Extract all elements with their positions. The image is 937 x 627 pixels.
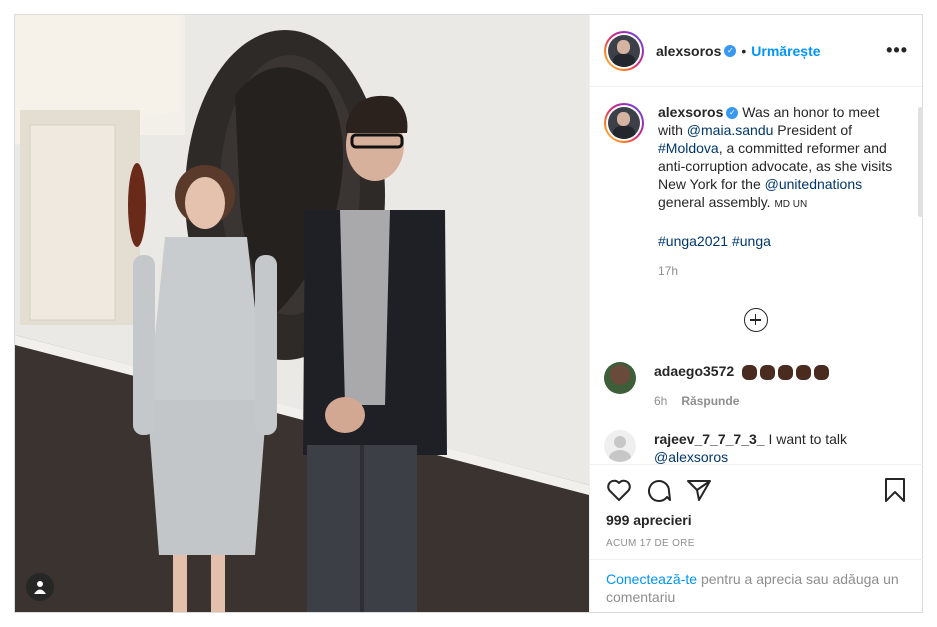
action-icons (606, 477, 907, 503)
header-separator: • (741, 42, 747, 59)
mention-maia-sandu[interactable]: @maia.sandu (687, 122, 774, 138)
person-tag-icon[interactable] (26, 573, 54, 601)
verified-icon: ✓ (724, 44, 737, 57)
caption-avatar[interactable] (604, 103, 644, 143)
login-prompt: Conectează-te pentru a aprecia sau adăug… (590, 559, 923, 616)
caption-time[interactable]: 17h (658, 262, 894, 280)
author-username[interactable]: alexsoros (656, 43, 721, 59)
login-link[interactable]: Conectează-te (606, 571, 697, 587)
verified-icon: ✓ (726, 107, 739, 120)
bookmark-icon[interactable] (883, 477, 907, 503)
comment-icon[interactable] (646, 478, 672, 502)
hashtag-moldova[interactable]: #Moldova (658, 140, 719, 156)
comment-username[interactable]: rajeev_7_7_7_3_ (654, 431, 765, 447)
load-more-icon[interactable] (743, 308, 768, 332)
post-photo[interactable] (15, 15, 589, 612)
comment-item: rajeev_7_7_7_3_ I want to talk @alexsoro… (604, 430, 907, 464)
hashtag-unga2021[interactable]: #unga2021 (658, 233, 728, 249)
heart-icon[interactable] (606, 478, 632, 502)
flag-emojis: MD UN (774, 199, 808, 210)
post-image (15, 15, 589, 612)
post-header: alexsoros ✓ • Urmărește ••• (590, 15, 922, 87)
caption-username[interactable]: alexsoros (658, 104, 723, 120)
comment-time[interactable]: 6h (654, 394, 667, 408)
caption-text-2: President of (773, 122, 852, 138)
caption: alexsoros ✓ Was an honor to meet with @ma… (604, 103, 907, 280)
mention-unitednations[interactable]: @unitednations (765, 176, 863, 192)
comment-username[interactable]: adaego3572 (654, 363, 734, 379)
comment-meta: 6h Răspunde (654, 392, 890, 410)
likes-count[interactable]: 999 aprecieri (606, 512, 907, 528)
comment-text: I want to talk (764, 431, 848, 447)
comments-scrollbar[interactable] (918, 107, 923, 217)
post-sidebar: alexsoros ✓ • Urmărește ••• alexsoros ✓ W… (589, 15, 923, 612)
share-icon[interactable] (686, 478, 712, 502)
commenter-avatar[interactable] (604, 430, 636, 462)
comment-body: adaego3572 6h Răspunde (654, 362, 890, 410)
reply-button[interactable]: Răspunde (681, 394, 739, 408)
caption-text-4: general assembly. (658, 194, 775, 210)
caption-body: alexsoros ✓ Was an honor to meet with @ma… (658, 103, 894, 280)
instagram-post: alexsoros ✓ • Urmărește ••• alexsoros ✓ W… (14, 14, 923, 613)
more-options-icon[interactable]: ••• (886, 40, 908, 61)
follow-button[interactable]: Urmărește (751, 43, 820, 59)
comment-body: rajeev_7_7_7_3_ I want to talk @alexsoro… (654, 430, 890, 464)
commenter-avatar[interactable] (604, 362, 636, 394)
post-timestamp: ACUM 17 DE ORE (606, 538, 695, 549)
post-actions: 999 aprecieri ACUM 17 DE ORE (590, 464, 923, 559)
hashtag-unga[interactable]: #unga (732, 233, 771, 249)
fist-emoji-icon (742, 364, 830, 380)
mention-alexsoros[interactable]: @alexsoros (654, 449, 728, 464)
author-avatar[interactable] (604, 30, 644, 71)
comments-list[interactable]: alexsoros ✓ Was an honor to meet with @ma… (590, 87, 923, 464)
comment-item: adaego3572 6h Răspunde (604, 362, 907, 410)
